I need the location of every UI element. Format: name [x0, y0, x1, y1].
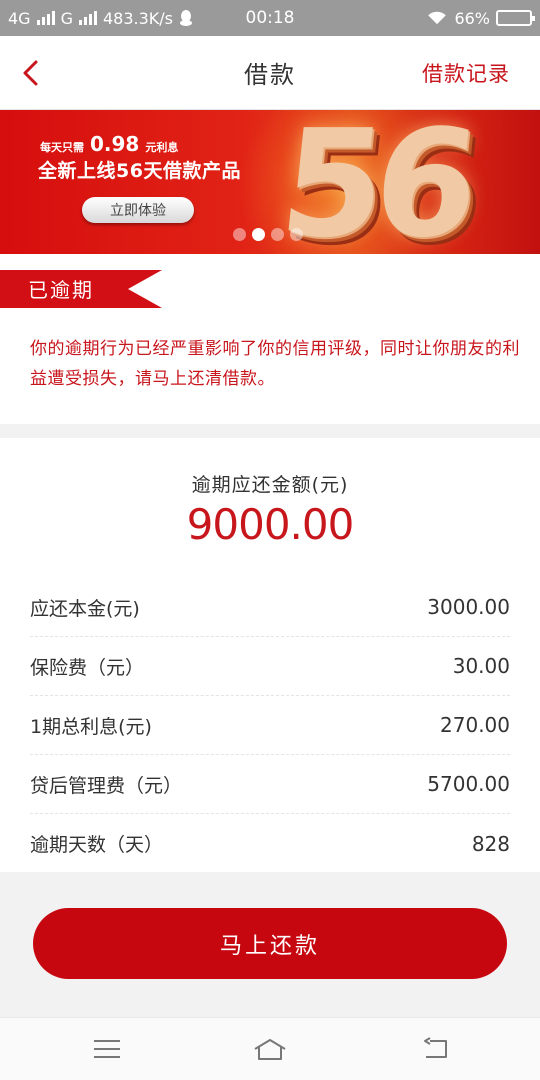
menu-icon[interactable]: [92, 1036, 122, 1062]
network-type-2: G: [60, 8, 73, 28]
fee-label: 应还本金(元): [30, 597, 140, 620]
qq-penguin-icon: [180, 10, 193, 26]
fee-value: 270.00: [440, 713, 510, 737]
fee-row-management: 贷后管理费（元） 5700.00: [30, 755, 510, 814]
repayment-panel: 逾期应还金额(元) 9000.00 应还本金(元) 3000.00 保险费（元）…: [0, 438, 540, 872]
back-arrow-icon[interactable]: [16, 56, 46, 90]
overdue-label: 已逾期: [28, 278, 94, 302]
banner-dot[interactable]: [233, 228, 246, 241]
banner-interest-amount: 0.98: [90, 132, 140, 156]
loan-records-link[interactable]: 借款记录: [422, 58, 510, 88]
banner-headline: 全新上线56天借款产品: [38, 160, 241, 182]
fee-value: 828: [471, 831, 510, 856]
system-nav-bar: [0, 1017, 540, 1080]
network-speed: 483.3K/s: [102, 8, 174, 28]
banner-dot[interactable]: [271, 228, 284, 241]
back-icon[interactable]: [420, 1036, 450, 1062]
fee-value: 5700.00: [427, 772, 510, 796]
banner-dot[interactable]: [252, 228, 265, 241]
battery-percent: 66%: [454, 8, 490, 28]
app-header: 借款 借款记录: [0, 36, 540, 110]
network-type-1: 4G: [8, 8, 31, 28]
overdue-amount-value: 9000.00: [186, 500, 355, 549]
status-bar: 4G G 483.3K/s 00:18 66%: [0, 0, 540, 36]
fee-label: 1期总利息(元): [30, 715, 152, 738]
wifi-icon: [428, 11, 447, 25]
fee-row-insurance: 保险费（元） 30.00: [30, 637, 510, 696]
signal-icon-2: [78, 11, 97, 25]
repay-now-button[interactable]: 马上还款: [33, 908, 507, 979]
banner-suffix: 元利息: [145, 141, 179, 154]
fee-label: 逾期天数（天）: [30, 834, 164, 856]
battery-icon: [496, 10, 535, 26]
status-left: 4G G 483.3K/s: [8, 9, 193, 28]
banner-pagination: [233, 228, 303, 241]
fee-list: 应还本金(元) 3000.00 保险费（元） 30.00 1期总利息(元) 27…: [30, 578, 510, 873]
try-now-button[interactable]: 立即体验: [82, 197, 194, 223]
overdue-message: 你的逾期行为已经严重影响了你的信用评级，同时让你朋友的利益遭受损失，请马上还清借…: [30, 339, 520, 389]
banner-dot[interactable]: [290, 228, 303, 241]
home-icon[interactable]: [252, 1036, 288, 1062]
fee-label: 贷后管理费（元）: [30, 774, 183, 797]
fee-row-overdue-days: 逾期天数（天） 828: [30, 814, 510, 873]
overdue-amount-label: 逾期应还金额(元): [191, 474, 349, 496]
banner-subtitle: 每天只需 0.98 元利息: [40, 132, 178, 156]
status-right: 66%: [426, 8, 535, 28]
banner-prefix: 每天只需: [40, 141, 84, 154]
signal-icon: [36, 11, 55, 25]
banner-big-number: 56: [272, 110, 478, 254]
fee-value: 30.00: [452, 654, 510, 678]
overdue-notice: 已逾期 你的逾期行为已经严重影响了你的信用评级，同时让你朋友的利益遭受损失，请马…: [0, 254, 540, 424]
fee-row-interest: 1期总利息(元) 270.00: [30, 696, 510, 755]
fee-row-principal: 应还本金(元) 3000.00: [30, 578, 510, 637]
fee-label: 保险费（元）: [30, 656, 145, 679]
fee-value: 3000.00: [427, 595, 510, 619]
